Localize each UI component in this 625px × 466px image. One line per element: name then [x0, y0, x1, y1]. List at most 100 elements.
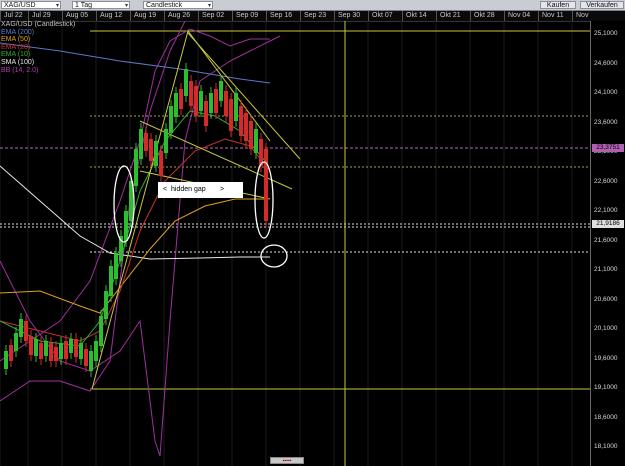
- hidden-gap-annotation: < hidden gap >: [158, 182, 243, 198]
- candle-body: [189, 81, 193, 106]
- candle-body: [124, 211, 128, 241]
- candle-body: [109, 266, 113, 296]
- price-label: 23,6000: [594, 118, 618, 126]
- candle-body: [179, 89, 183, 109]
- candle-body: [204, 101, 208, 126]
- legend-item: SMA (100): [1, 58, 35, 66]
- current-price-badge: 23,3751: [592, 144, 624, 152]
- candle-body: [224, 91, 228, 116]
- legend-item: EMA (200): [1, 28, 35, 36]
- symbol-select[interactable]: XAG/USD ▾: [1, 1, 61, 9]
- date-label: Nov 04: [504, 11, 538, 21]
- candle-body: [19, 319, 23, 337]
- candle-body: [229, 99, 233, 131]
- candle-body: [64, 341, 68, 359]
- gap-right-marker: >: [220, 186, 225, 193]
- price-label: 18,6000: [594, 413, 618, 421]
- candle-body: [199, 91, 203, 111]
- date-label: Nov: [572, 11, 590, 21]
- date-label: Aug 05: [62, 11, 96, 21]
- price-label: 25,1000: [594, 30, 618, 37]
- candle-body: [74, 339, 78, 357]
- candle-body: [29, 336, 33, 355]
- candle-body: [54, 347, 58, 361]
- buy-button[interactable]: Kaufen: [540, 1, 576, 9]
- highlight-ellipse: [260, 244, 288, 268]
- price-label: 19,6000: [594, 354, 618, 362]
- date-label: Aug 26: [164, 11, 198, 21]
- candle-body: [24, 321, 28, 341]
- price-label: 24,1000: [594, 89, 618, 96]
- date-label: Aug 19: [130, 11, 164, 21]
- price-label: 24,6000: [594, 59, 618, 67]
- candle-body: [79, 343, 83, 359]
- date-label: Jul 22: [0, 11, 28, 21]
- timeframe-select[interactable]: 1 Tag ▾: [72, 1, 130, 9]
- candle-body: [139, 129, 143, 159]
- candle-body: [49, 343, 53, 361]
- legend-item: EMA (50): [1, 36, 31, 44]
- candle-body: [159, 151, 163, 176]
- price-label: 22,1000: [594, 207, 618, 214]
- date-label: Aug 12: [96, 11, 130, 21]
- scroll-widget[interactable]: ▪▪▪▪▪: [270, 457, 304, 464]
- price-label: 19,1000: [594, 384, 618, 391]
- legend-item: XAG/USD (Candlestick): [1, 21, 76, 28]
- candle-body: [209, 93, 213, 113]
- price-label: 21,6000: [594, 236, 618, 244]
- candle-body: [184, 69, 188, 96]
- date-label: Okt 14: [402, 11, 436, 21]
- candle-body: [249, 121, 253, 149]
- sell-button[interactable]: Verkaufen: [580, 1, 624, 9]
- candle-body: [154, 141, 158, 166]
- candle-body: [69, 339, 73, 353]
- price-label: 21,1000: [594, 266, 618, 273]
- ema-10-line: [0, 110, 266, 347]
- candle-body: [239, 106, 243, 136]
- candle-body: [214, 89, 218, 113]
- price-label: 22,6000: [594, 177, 618, 185]
- date-label: Nov 11: [538, 11, 572, 21]
- chart-style-select[interactable]: Candlestick ▾: [143, 1, 213, 9]
- toolbar: XAG/USD ▾ 1 Tag ▾ Candlestick ▾ Kaufen V…: [0, 0, 625, 11]
- candle-body: [219, 81, 223, 101]
- chevron-down-icon: ▾: [55, 3, 59, 9]
- candle-body: [194, 86, 198, 116]
- date-label: Okt 28: [470, 11, 504, 21]
- price-label: 20,6000: [594, 295, 618, 303]
- candle-body: [84, 349, 88, 366]
- candle-body: [104, 291, 108, 319]
- candle-body: [254, 129, 258, 153]
- gap-left-marker: <: [163, 186, 168, 193]
- candle-body: [244, 113, 248, 141]
- chevron-down-icon: ▾: [124, 3, 128, 9]
- candle-body: [234, 93, 238, 121]
- candle-body: [4, 351, 8, 369]
- candle-body: [114, 253, 118, 279]
- candle-body: [169, 106, 173, 133]
- date-label: Okt 21: [436, 11, 470, 21]
- date-label: Sep 09: [232, 11, 266, 21]
- timeframe-value: 1 Tag: [75, 2, 92, 9]
- candle-body: [149, 139, 153, 161]
- candle-body: [164, 129, 168, 153]
- price-label: 20,1000: [594, 325, 618, 332]
- candle-body: [264, 149, 268, 221]
- candle-body: [39, 343, 43, 359]
- candle-body: [134, 149, 138, 186]
- candle-body: [89, 351, 93, 371]
- candle-body: [9, 345, 13, 361]
- candle-body: [59, 343, 63, 359]
- indicator-legend: XAG/USD (Candlestick) EMA (200) EMA (50) EM…: [1, 21, 75, 74]
- price-axis: [590, 21, 625, 466]
- price-chart[interactable]: [0, 21, 590, 466]
- date-label: Sep 30: [334, 11, 368, 21]
- candle-body: [99, 316, 103, 346]
- date-label: Jul 29: [28, 11, 62, 21]
- legend-item: EMA (10): [1, 51, 31, 59]
- symbol-value: XAG/USD: [4, 2, 36, 9]
- gap-label: hidden gap: [171, 186, 206, 193]
- candle-body: [34, 339, 38, 356]
- chart-style-value: Candlestick: [146, 2, 183, 9]
- chevron-down-icon: ▾: [207, 3, 211, 9]
